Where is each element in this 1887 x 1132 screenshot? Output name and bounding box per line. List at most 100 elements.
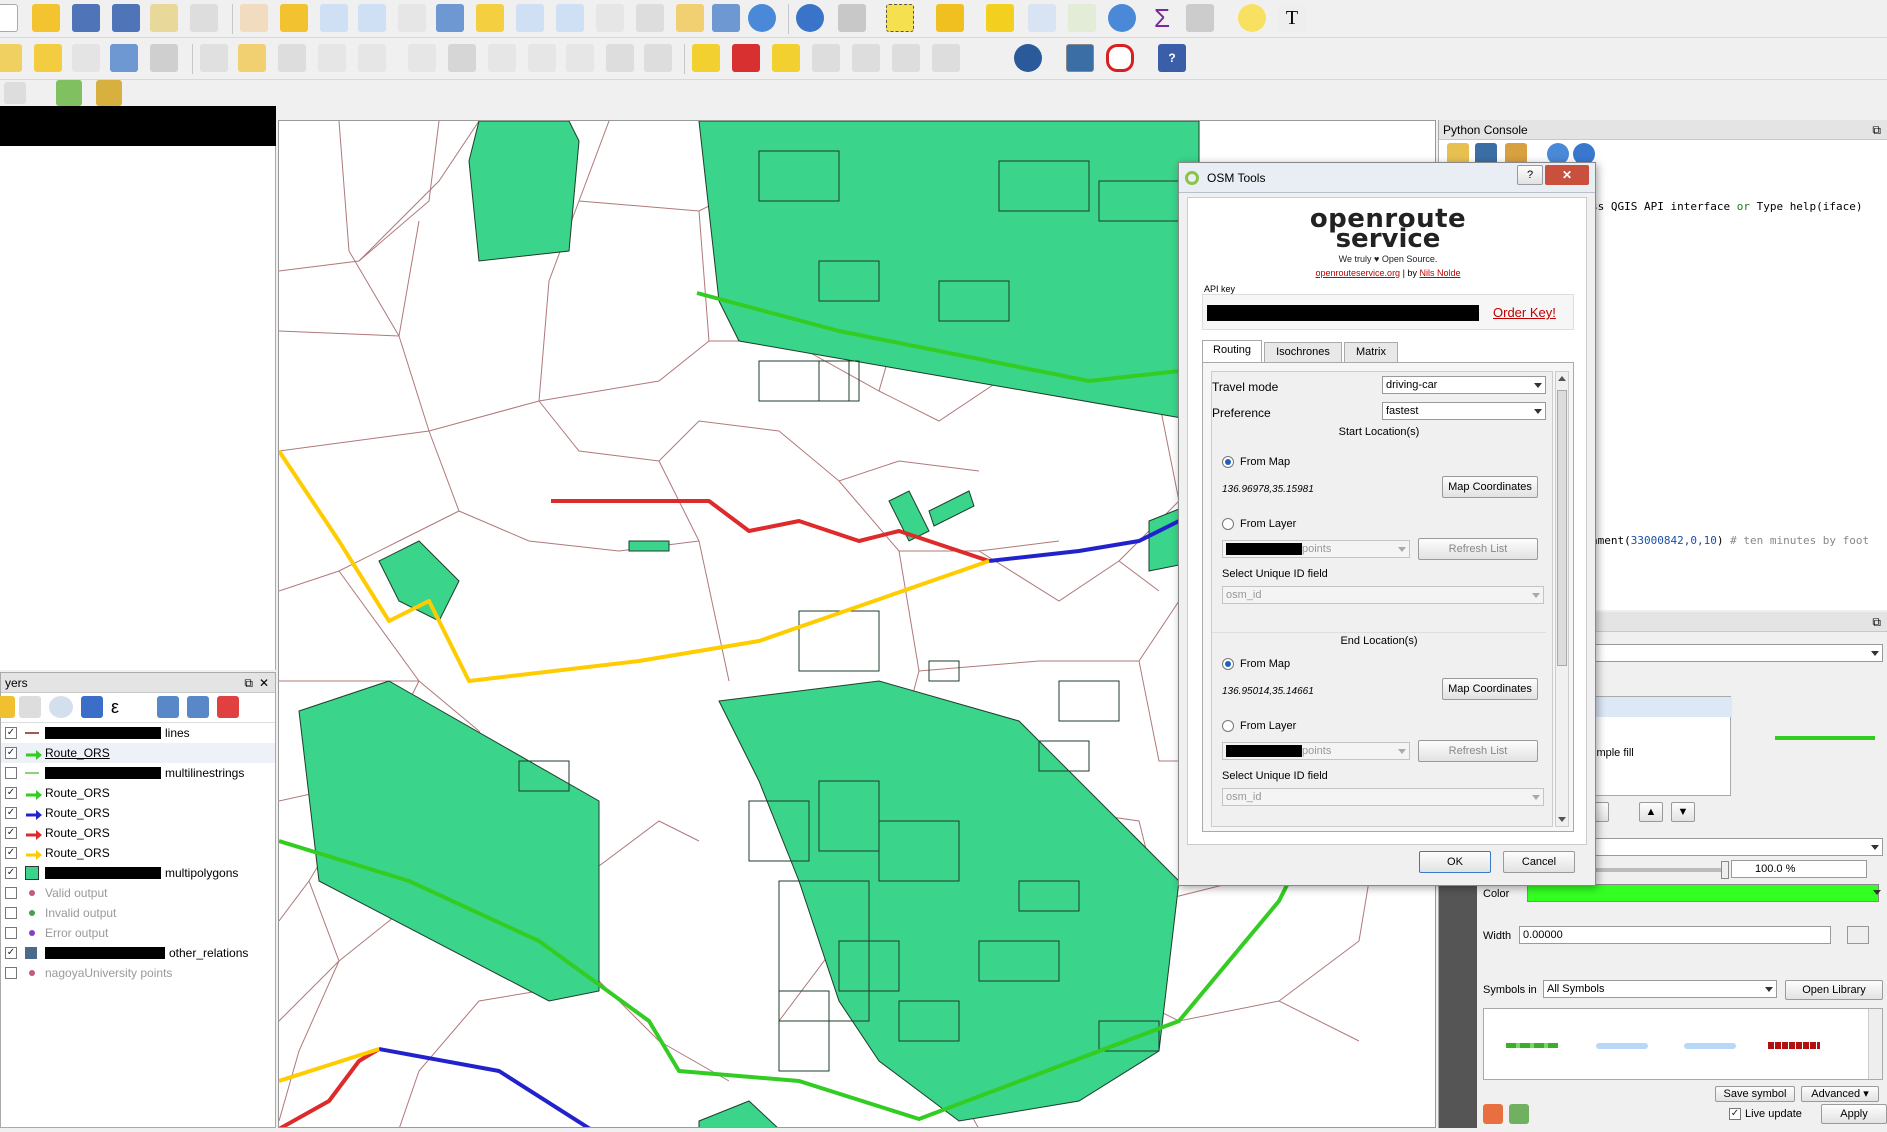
new-bookmark-icon[interactable] bbox=[676, 4, 704, 32]
move-label-icon[interactable] bbox=[852, 44, 880, 72]
manage-visibility-eye-icon[interactable] bbox=[49, 696, 73, 718]
current-edits-icon[interactable] bbox=[0, 44, 22, 72]
undo-style-icon[interactable] bbox=[1483, 1104, 1503, 1124]
symbol-tree[interactable]: imple fill bbox=[1589, 696, 1732, 796]
cancel-button[interactable]: Cancel bbox=[1503, 851, 1575, 873]
end-layer-combo[interactable]: points bbox=[1222, 742, 1410, 760]
layer-visibility-checkbox[interactable] bbox=[5, 887, 17, 899]
layer-row[interactable]: Valid output bbox=[1, 883, 275, 903]
gallery-symbol-light-blue-2[interactable] bbox=[1684, 1043, 1736, 1049]
layer-select-combo[interactable] bbox=[1589, 644, 1883, 662]
edit-pencil-icon[interactable] bbox=[200, 44, 228, 72]
gallery-symbol-dashed-green[interactable] bbox=[1506, 1043, 1558, 1048]
add-point-icon[interactable] bbox=[318, 44, 346, 72]
open-library-button[interactable]: Open Library bbox=[1785, 980, 1883, 1000]
layer-row[interactable]: multilinestrings bbox=[1, 763, 275, 783]
move-down-button[interactable]: ▼ bbox=[1671, 802, 1695, 822]
layer-row[interactable]: ✓ Route_ORS bbox=[1, 843, 275, 863]
zoom-next-icon[interactable] bbox=[596, 4, 624, 32]
node-tool-icon[interactable] bbox=[408, 44, 436, 72]
osm-tools-icon[interactable] bbox=[1106, 44, 1134, 72]
redo-style-icon[interactable] bbox=[1509, 1104, 1529, 1124]
opacity-spinbox[interactable]: 100.0 % bbox=[1731, 860, 1867, 878]
style-manager-icon[interactable] bbox=[0, 696, 15, 718]
opacity-handle[interactable] bbox=[1721, 861, 1729, 879]
rotate-label-icon[interactable] bbox=[892, 44, 920, 72]
collapse-all-icon[interactable] bbox=[187, 696, 209, 718]
layer-row[interactable]: ✓ Route_ORS bbox=[1, 783, 275, 803]
deselect-layer-icon[interactable] bbox=[4, 82, 26, 104]
ors-globe-icon[interactable] bbox=[1014, 44, 1042, 72]
expand-all-icon[interactable] bbox=[157, 696, 179, 718]
refresh-icon[interactable] bbox=[748, 4, 776, 32]
layer-row[interactable]: ✓ Route_ORS bbox=[1, 743, 275, 763]
layer-row[interactable]: Invalid output bbox=[1, 903, 275, 923]
pan-hand-icon[interactable] bbox=[240, 4, 268, 32]
zoom-full-icon[interactable] bbox=[436, 4, 464, 32]
layer-visibility-checkbox[interactable]: ✓ bbox=[5, 747, 17, 759]
deselect-icon[interactable] bbox=[986, 4, 1014, 32]
add-line-icon[interactable] bbox=[358, 44, 386, 72]
toggle-editing-icon[interactable] bbox=[34, 44, 62, 72]
python-icon[interactable] bbox=[1066, 44, 1094, 72]
plugin-brush-icon[interactable] bbox=[96, 80, 122, 106]
measure-icon[interactable] bbox=[1186, 4, 1214, 32]
order-key-link[interactable]: Order Key! bbox=[1493, 305, 1556, 320]
save-symbol-button[interactable]: Save symbol bbox=[1715, 1086, 1795, 1102]
save-project-icon[interactable] bbox=[72, 4, 100, 32]
cut-icon[interactable] bbox=[488, 44, 516, 72]
delete-icon[interactable] bbox=[448, 44, 476, 72]
color-dropdown-icon[interactable] bbox=[1873, 890, 1881, 895]
show-labels-icon[interactable] bbox=[812, 44, 840, 72]
identify-icon[interactable] bbox=[796, 4, 824, 32]
layer-visibility-checkbox[interactable]: ✓ bbox=[5, 867, 17, 879]
layer-row[interactable]: ✓ other_relations bbox=[1, 943, 275, 963]
end-from-map-radio[interactable] bbox=[1222, 658, 1234, 670]
width-spinbox[interactable]: 0.00000 bbox=[1519, 926, 1831, 944]
edit-pencil-2-icon[interactable] bbox=[238, 44, 266, 72]
layer-visibility-checkbox[interactable] bbox=[5, 907, 17, 919]
preference-combo[interactable]: fastest bbox=[1382, 402, 1546, 420]
undo-icon[interactable] bbox=[606, 44, 634, 72]
add-group-icon[interactable] bbox=[19, 696, 41, 718]
tab-isochrones[interactable]: Isochrones bbox=[1264, 342, 1342, 362]
select-by-value-icon[interactable] bbox=[936, 4, 964, 32]
new-print-layout-icon[interactable] bbox=[150, 4, 178, 32]
remove-layer-icon[interactable] bbox=[217, 696, 239, 718]
start-unique-id-combo[interactable]: osm_id bbox=[1222, 586, 1544, 604]
toolbox-gear-icon[interactable] bbox=[1108, 4, 1136, 32]
zoom-to-selection-icon[interactable] bbox=[476, 4, 504, 32]
paste-icon[interactable] bbox=[566, 44, 594, 72]
map-tips-icon[interactable] bbox=[1238, 4, 1266, 32]
show-bookmarks-icon[interactable] bbox=[712, 4, 740, 32]
save-as-icon[interactable] bbox=[112, 4, 140, 32]
gallery-scrollbar[interactable] bbox=[1868, 1009, 1882, 1079]
layer-row[interactable]: Error output bbox=[1, 923, 275, 943]
scroll-thumb[interactable] bbox=[1557, 390, 1567, 666]
layer-row[interactable]: ✓ Route_ORS bbox=[1, 803, 275, 823]
end-map-coordinates-button[interactable]: Map Coordinates bbox=[1442, 678, 1538, 700]
color-button[interactable] bbox=[1527, 884, 1879, 902]
symbol-gallery[interactable] bbox=[1483, 1008, 1883, 1080]
filter-expression-icon[interactable]: ε bbox=[111, 696, 141, 718]
opacity-slider[interactable] bbox=[1589, 861, 1729, 879]
start-layer-combo[interactable]: points bbox=[1222, 540, 1410, 558]
float-icon[interactable]: ⧉ bbox=[1872, 120, 1881, 140]
layer-visibility-checkbox[interactable]: ✓ bbox=[5, 727, 17, 739]
dialog-help-button[interactable]: ? bbox=[1517, 165, 1543, 185]
layer-visibility-checkbox[interactable] bbox=[5, 927, 17, 939]
link-openrouteservice[interactable]: openrouteservice.org bbox=[1316, 268, 1401, 278]
label-abc-icon[interactable] bbox=[692, 44, 720, 72]
redo-icon[interactable] bbox=[644, 44, 672, 72]
float-icon[interactable]: ⧉ bbox=[244, 673, 253, 693]
change-label-icon[interactable] bbox=[932, 44, 960, 72]
new-project-icon[interactable] bbox=[0, 4, 18, 32]
layer-visibility-checkbox[interactable]: ✓ bbox=[5, 787, 17, 799]
gallery-symbol-red-dashed[interactable] bbox=[1768, 1042, 1820, 1049]
copy-icon[interactable] bbox=[528, 44, 556, 72]
pin-labels-icon[interactable] bbox=[772, 44, 800, 72]
layer-visibility-checkbox[interactable]: ✓ bbox=[5, 807, 17, 819]
pan-to-selection-icon[interactable] bbox=[280, 4, 308, 32]
apply-button[interactable]: Apply bbox=[1821, 1104, 1887, 1124]
start-from-map-radio[interactable] bbox=[1222, 456, 1234, 468]
